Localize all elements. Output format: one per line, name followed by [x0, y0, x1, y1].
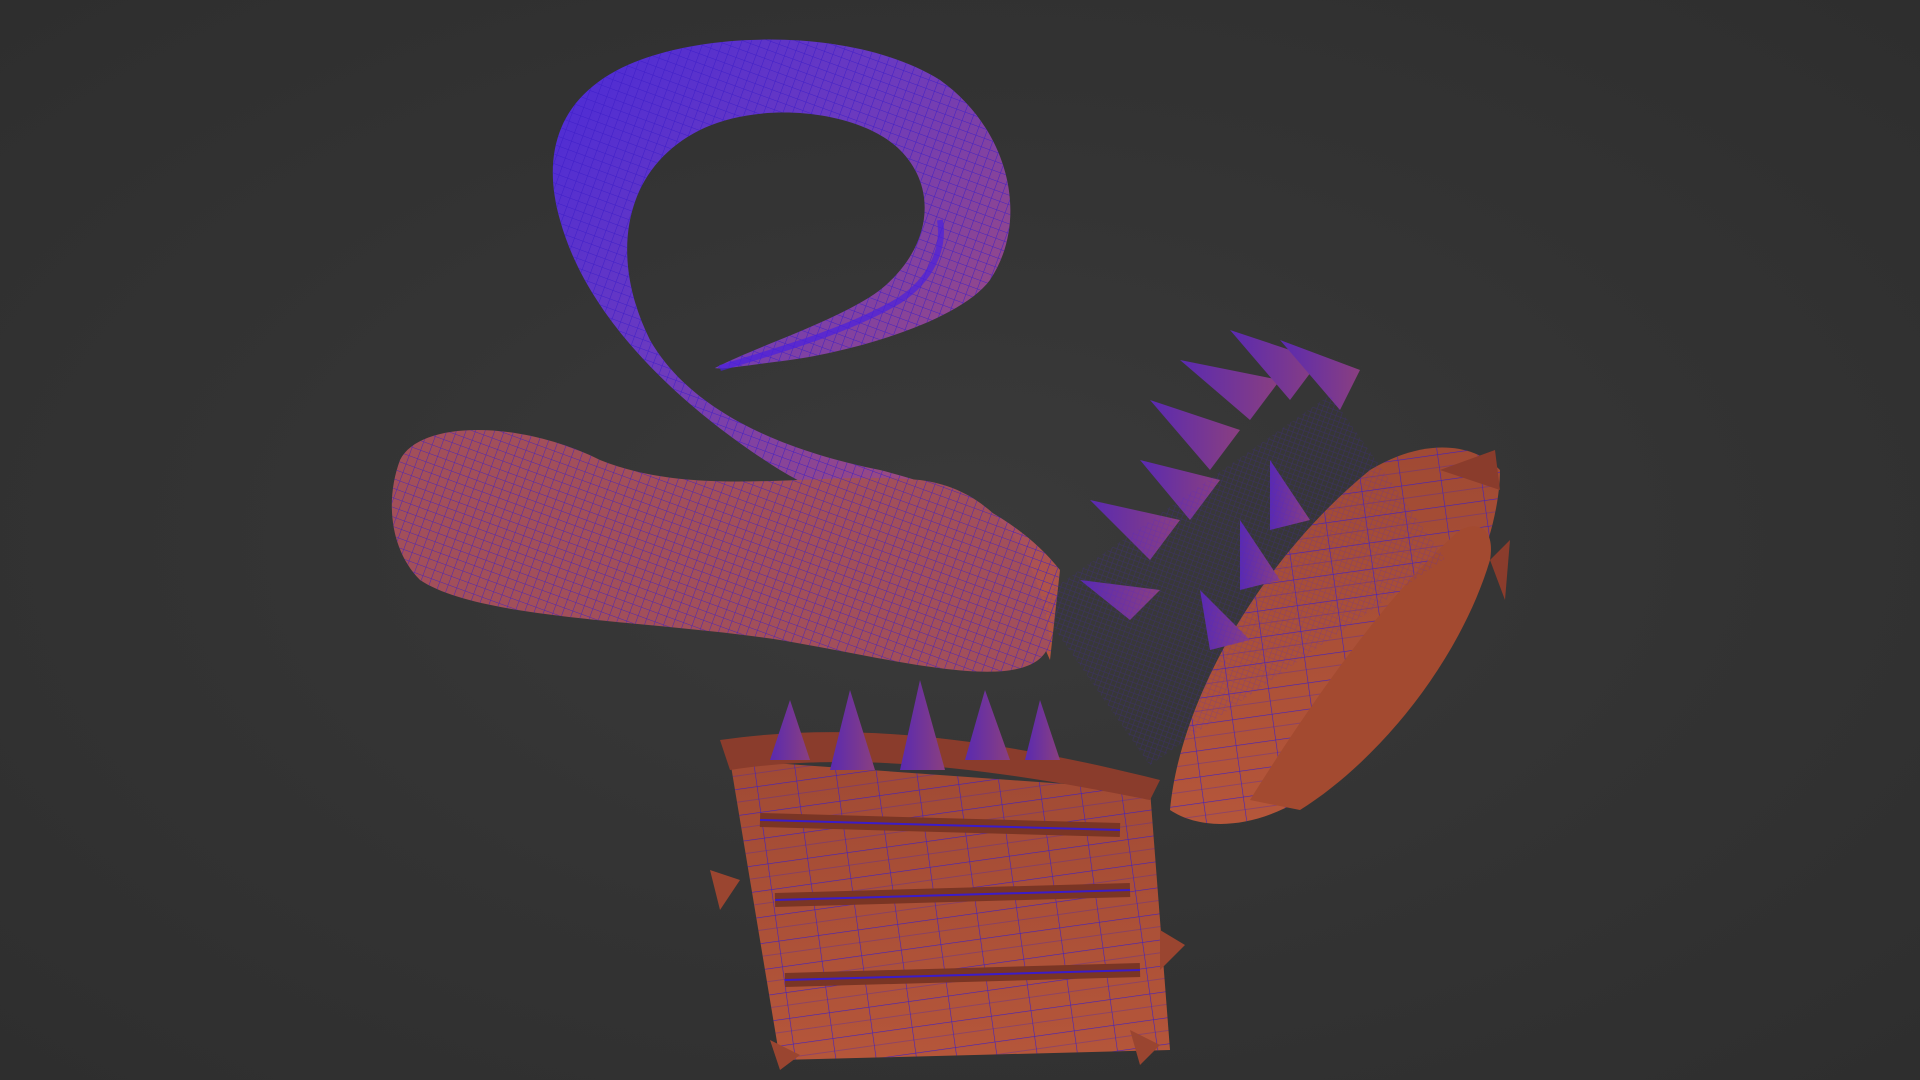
tongue-base [391, 430, 1050, 672]
model-render[interactable] [0, 0, 1920, 1080]
3d-viewport[interactable] [0, 0, 1920, 1080]
chest-box[interactable] [710, 732, 1185, 1070]
